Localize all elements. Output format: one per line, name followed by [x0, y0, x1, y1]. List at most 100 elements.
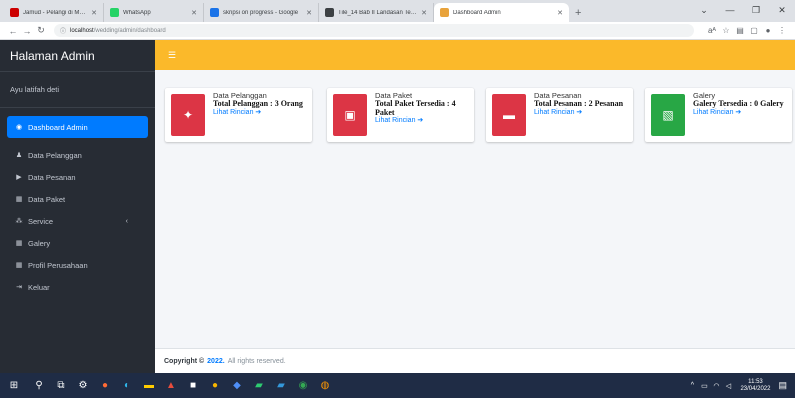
tab-title: Jamud - Pelangi di Mata [23, 9, 88, 16]
task-view-icon[interactable]: ⧉ [50, 373, 72, 398]
sidebar-item-data-pelanggan[interactable]: ♟ Data Pelanggan [7, 144, 148, 166]
footer-copyright: Copyright © [164, 357, 205, 365]
minimize-icon[interactable]: — [717, 5, 743, 15]
app-icon[interactable]: ▰ [270, 373, 292, 398]
windows-start-icon[interactable]: ⊞ [0, 380, 28, 391]
close-icon[interactable]: ✕ [91, 9, 97, 17]
settings-icon[interactable]: ⚙ [72, 373, 94, 398]
sidebar-item-label: Data Paket [28, 194, 66, 204]
screen: Jamud - Pelangi di Mata ✕ WhatsApp ✕ skr… [0, 0, 795, 398]
reload-icon[interactable]: ↻ [34, 25, 48, 36]
brand-link[interactable]: Halaman Admin [0, 40, 155, 72]
sign-out-icon: ⇥ [16, 284, 22, 291]
maximize-icon[interactable]: ❐ [743, 5, 769, 16]
close-icon[interactable]: ✕ [306, 9, 312, 17]
google-drive-icon [210, 8, 219, 17]
palette-icon: ◉ [15, 124, 23, 131]
sidebar-item-service[interactable]: ⁂ Service ‹ [7, 210, 148, 232]
app-icon[interactable]: ◍ [314, 373, 336, 398]
read-aloud-icon[interactable]: a͏ᴬ [705, 26, 719, 35]
info-box-galery: ▧ Galery Galery Tersedia : 0 Galery Liha… [645, 88, 792, 142]
wifi-icon[interactable]: ◠ [710, 382, 722, 390]
sidebar: Halaman Admin Ayu latifah deti ◉ Dashboa… [0, 40, 155, 373]
tab-title: skripsi on progress - Google [223, 9, 299, 16]
new-tab-button[interactable]: + [569, 3, 587, 22]
lihat-rincian-link[interactable]: Lihat Rincian ➔ [534, 109, 629, 117]
sidebar-item-label: Keluar [28, 282, 50, 292]
sidebar-item-keluar[interactable]: ⇥ Keluar [7, 276, 148, 298]
app-icon[interactable]: ◆ [226, 373, 248, 398]
info-box-pelanggan: ✦ Data Pelanggan Total Pelanggan : 3 Ora… [165, 88, 312, 142]
edge-icon[interactable]: ◐ [116, 373, 138, 398]
sidebar-menu: ◉ Dashboard Admin ♟ Data Pelanggan ▶ Dat… [0, 108, 155, 298]
close-icon[interactable]: ✕ [421, 9, 427, 17]
back-icon[interactable]: ← [6, 26, 20, 36]
tab-groups-icon[interactable]: ▤ [733, 26, 747, 35]
user-name[interactable]: Ayu latifah deti [0, 72, 155, 108]
sidebar-item-data-paket[interactable]: ▦ Data Paket [7, 188, 148, 210]
document-icon [325, 8, 334, 17]
chevron-up-icon[interactable]: ^ [686, 382, 698, 389]
battery-icon[interactable]: ▭ [698, 382, 710, 390]
notification-icon[interactable]: ▤ [778, 380, 787, 391]
topbar: ☰ [155, 40, 795, 70]
windows-taskbar: ⊞ ⚲ ⧉ ⚙ ● ◐ ▬ ▲ ■ ● ◆ ▰ ▰ ◉ ◍ ^ ▭ ◠ ◁ 11… [0, 373, 795, 398]
clock-date: 23/04/2022 [740, 385, 771, 392]
sidebar-item-label: Data Pesanan [28, 172, 76, 182]
chevron-down-icon[interactable]: ⌄ [691, 5, 717, 16]
browser-tab[interactable]: Tile_14 Bab II Landasan Teori ✕ [319, 3, 434, 22]
browser-tab-strip: Jamud - Pelangi di Mata ✕ WhatsApp ✕ skr… [0, 0, 795, 22]
lihat-rincian-link[interactable]: Lihat Rincian ➔ [213, 109, 308, 117]
lihat-rincian-link[interactable]: Lihat Rincian ➔ [693, 109, 788, 117]
user-icon: ♟ [15, 152, 23, 159]
volume-icon[interactable]: ◁ [722, 382, 734, 390]
url-path: /wedding/admin/dashboard [93, 27, 166, 34]
file-explorer-icon[interactable]: ▬ [138, 373, 160, 398]
lihat-rincian-link[interactable]: Lihat Rincian ➔ [375, 117, 470, 125]
browser-tab[interactable]: Jamud - Pelangi di Mata ✕ [4, 3, 104, 22]
browser-tab-active[interactable]: Dashboard Admin ✕ [434, 3, 569, 22]
chevron-left-icon: ‹ [125, 217, 128, 225]
info-icon[interactable]: ⓘ [60, 26, 66, 35]
taskbar-clock[interactable]: 11:53 23/04/2022 [740, 379, 770, 393]
table-icon: ▦ [15, 262, 23, 269]
close-icon[interactable]: ✕ [557, 9, 563, 17]
close-icon[interactable]: ✕ [191, 9, 197, 17]
tab-title: Tile_14 Bab II Landasan Teori [338, 9, 418, 16]
footer-year-link[interactable]: 2022. [207, 358, 225, 365]
sidebar-item-galery[interactable]: ▦ Galery [7, 232, 148, 254]
url-input[interactable]: ⓘ localhost /wedding/admin/dashboard [54, 24, 694, 37]
image-icon: ▧ [651, 94, 685, 136]
info-box-value: Total Paket Tersedia : 4 Paket [375, 99, 456, 117]
hamburger-menu-icon[interactable]: ☰ [168, 50, 176, 61]
app-icon[interactable]: ▲ [160, 373, 182, 398]
firefox-icon[interactable]: ● [94, 373, 116, 398]
window-controls: ⌄ — ❐ ✕ [691, 0, 795, 20]
briefcase-icon: ▣ [333, 94, 367, 136]
browser-tab[interactable]: skripsi on progress - Google ✕ [204, 3, 319, 22]
sidebar-item-label: Dashboard Admin [28, 122, 88, 132]
youtube-icon [10, 8, 19, 17]
browser-tab[interactable]: WhatsApp ✕ [104, 3, 204, 22]
clock-time: 11:53 [748, 378, 763, 385]
chrome-icon[interactable]: ● [204, 373, 226, 398]
app-icon[interactable]: ◉ [292, 373, 314, 398]
star-icon[interactable]: ☆ [719, 26, 733, 35]
sidebar-item-profil-perusahaan[interactable]: ▦ Profil Perusahaan [7, 254, 148, 276]
table-icon: ▦ [15, 196, 23, 203]
app-icon[interactable]: ▰ [248, 373, 270, 398]
info-box-paket: ▣ Data Paket Total Paket Tersedia : 4 Pa… [327, 88, 474, 142]
sidebar-item-dashboard[interactable]: ◉ Dashboard Admin [7, 116, 148, 138]
app-icon[interactable]: ■ [182, 373, 204, 398]
truck-icon: ▶ [16, 174, 22, 181]
sidebar-item-data-pesanan[interactable]: ▶ Data Pesanan [7, 166, 148, 188]
close-icon[interactable]: ✕ [769, 5, 795, 16]
profile-icon[interactable]: ● [761, 26, 775, 35]
arrow-right-icon: ➔ [735, 108, 742, 116]
menu-dots-icon[interactable]: ⋮ [775, 26, 789, 35]
info-box-value: Total Pelanggan : 3 Orang [213, 99, 303, 109]
forward-icon[interactable]: → [20, 26, 34, 36]
info-box-value: Galery Tersedia : 0 Galery [693, 99, 784, 109]
split-icon[interactable]: ▢ [747, 26, 761, 35]
search-icon[interactable]: ⚲ [28, 373, 50, 398]
